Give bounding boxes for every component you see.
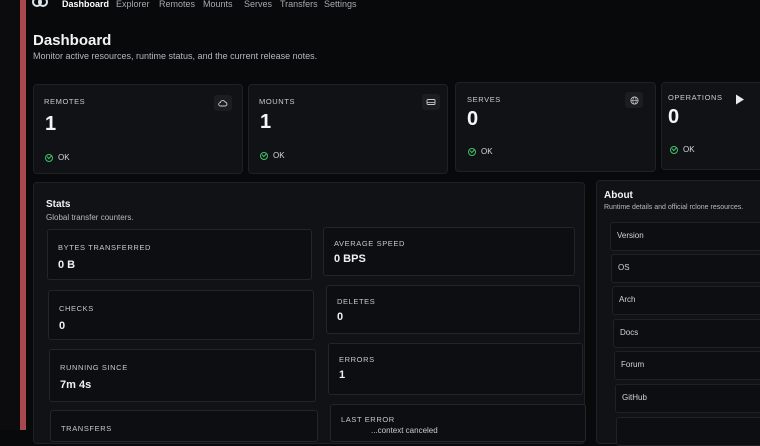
- metric-label: BYTES TRANSFERRED: [58, 243, 151, 252]
- metric-deletes: DELETES 0: [326, 285, 580, 334]
- summary-card-serves[interactable]: SERVES 0 OK: [455, 82, 656, 172]
- about-row-version[interactable]: Version: [610, 222, 760, 251]
- summary-value: 1: [260, 111, 272, 133]
- check-circle-icon: [468, 147, 476, 156]
- metric-value: ...context canceled: [371, 426, 438, 435]
- status-badge: OK: [468, 147, 493, 156]
- about-row-label: Version: [617, 231, 644, 240]
- about-row-label: Arch: [619, 295, 636, 304]
- app-logo-icon[interactable]: [32, 0, 48, 9]
- summary-label: SERVES: [467, 95, 501, 104]
- metric-transfers: TRANSFERS: [50, 410, 318, 442]
- about-row-label: OS: [618, 263, 630, 272]
- nav-dashboard[interactable]: Dashboard: [62, 0, 109, 9]
- metric-value: 0 B: [58, 259, 76, 271]
- status-text: OK: [58, 153, 70, 162]
- metric-value: 0: [337, 311, 344, 323]
- summary-card-operations[interactable]: OPERATIONS 0 OK: [661, 82, 760, 170]
- about-title: About: [604, 190, 633, 201]
- about-row-arch[interactable]: Arch: [612, 286, 760, 315]
- metric-value: 0: [59, 320, 66, 332]
- summary-card-mounts[interactable]: MOUNTS 1 OK: [248, 84, 448, 174]
- check-circle-icon: [45, 153, 53, 162]
- metric-value: 7m 4s: [60, 379, 92, 391]
- nav-serves[interactable]: Serves: [244, 0, 272, 9]
- about-row-label: GitHub: [622, 393, 647, 402]
- about-row-forum[interactable]: Forum: [614, 351, 760, 380]
- nav-mounts[interactable]: Mounts: [203, 0, 233, 9]
- summary-label: REMOTES: [44, 97, 86, 106]
- metric-checks: CHECKS 0: [48, 290, 314, 340]
- nav-transfers[interactable]: Transfers: [280, 0, 318, 9]
- metric-bytes-transferred: BYTES TRANSFERRED 0 B: [47, 229, 312, 280]
- status-badge: OK: [45, 153, 70, 162]
- metric-label: AVERAGE SPEED: [334, 239, 406, 248]
- metric-average-speed: AVERAGE SPEED 0 BPS: [323, 227, 575, 276]
- about-row-more[interactable]: [616, 417, 760, 446]
- metric-label: DELETES: [337, 297, 376, 306]
- stats-title: Stats: [46, 199, 71, 210]
- status-text: OK: [273, 151, 285, 160]
- check-circle-icon: [670, 145, 678, 154]
- play-icon: [735, 92, 747, 105]
- about-row-os[interactable]: OS: [611, 254, 760, 283]
- globe-icon: [625, 92, 643, 108]
- summary-label: MOUNTS: [259, 97, 296, 106]
- summary-card-remotes[interactable]: REMOTES 1 OK: [33, 84, 243, 174]
- page-subtitle: Monitor active resources, runtime status…: [33, 51, 318, 61]
- nav-remotes[interactable]: Remotes: [159, 0, 195, 9]
- metric-value: 1: [339, 369, 346, 381]
- metric-last-error: LAST ERROR ...context canceled: [330, 404, 586, 442]
- about-row-github[interactable]: GitHub: [615, 384, 760, 413]
- window-edge: [0, 0, 20, 430]
- metric-label: CHECKS: [59, 304, 94, 313]
- nav-explorer[interactable]: Explorer: [116, 0, 150, 9]
- summary-value: 0: [668, 106, 680, 128]
- about-row-label: Forum: [621, 360, 645, 369]
- status-badge: OK: [670, 145, 695, 154]
- summary-value: 1: [45, 113, 57, 135]
- about-row-docs[interactable]: Docs: [613, 319, 760, 348]
- metric-label: TRANSFERS: [61, 424, 112, 433]
- check-circle-icon: [260, 151, 268, 160]
- about-row-label: Docs: [620, 328, 639, 337]
- stats-subtitle: Global transfer counters.: [46, 213, 134, 222]
- metric-label: RUNNING SINCE: [60, 363, 128, 372]
- metric-running-since: RUNNING SINCE 7m 4s: [49, 349, 316, 402]
- summary-label: OPERATIONS: [668, 93, 723, 102]
- drive-icon: [422, 94, 440, 110]
- status-text: OK: [481, 147, 493, 156]
- status-badge: OK: [260, 151, 285, 160]
- nav-settings[interactable]: Settings: [324, 0, 357, 9]
- metric-label: LAST ERROR: [341, 415, 395, 424]
- metric-label: ERRORS: [339, 355, 375, 364]
- page-title: Dashboard: [33, 32, 112, 49]
- metric-value: 0 BPS: [334, 253, 366, 265]
- about-subtitle: Runtime details and official rclone reso…: [604, 204, 744, 211]
- window-edge-accent: [20, 0, 26, 430]
- summary-value: 0: [467, 108, 479, 130]
- status-text: OK: [683, 145, 695, 154]
- top-nav: Dashboard Explorer Remotes Mounts Serves…: [26, 0, 760, 12]
- cloud-icon: [214, 95, 232, 111]
- metric-errors: ERRORS 1: [328, 343, 583, 395]
